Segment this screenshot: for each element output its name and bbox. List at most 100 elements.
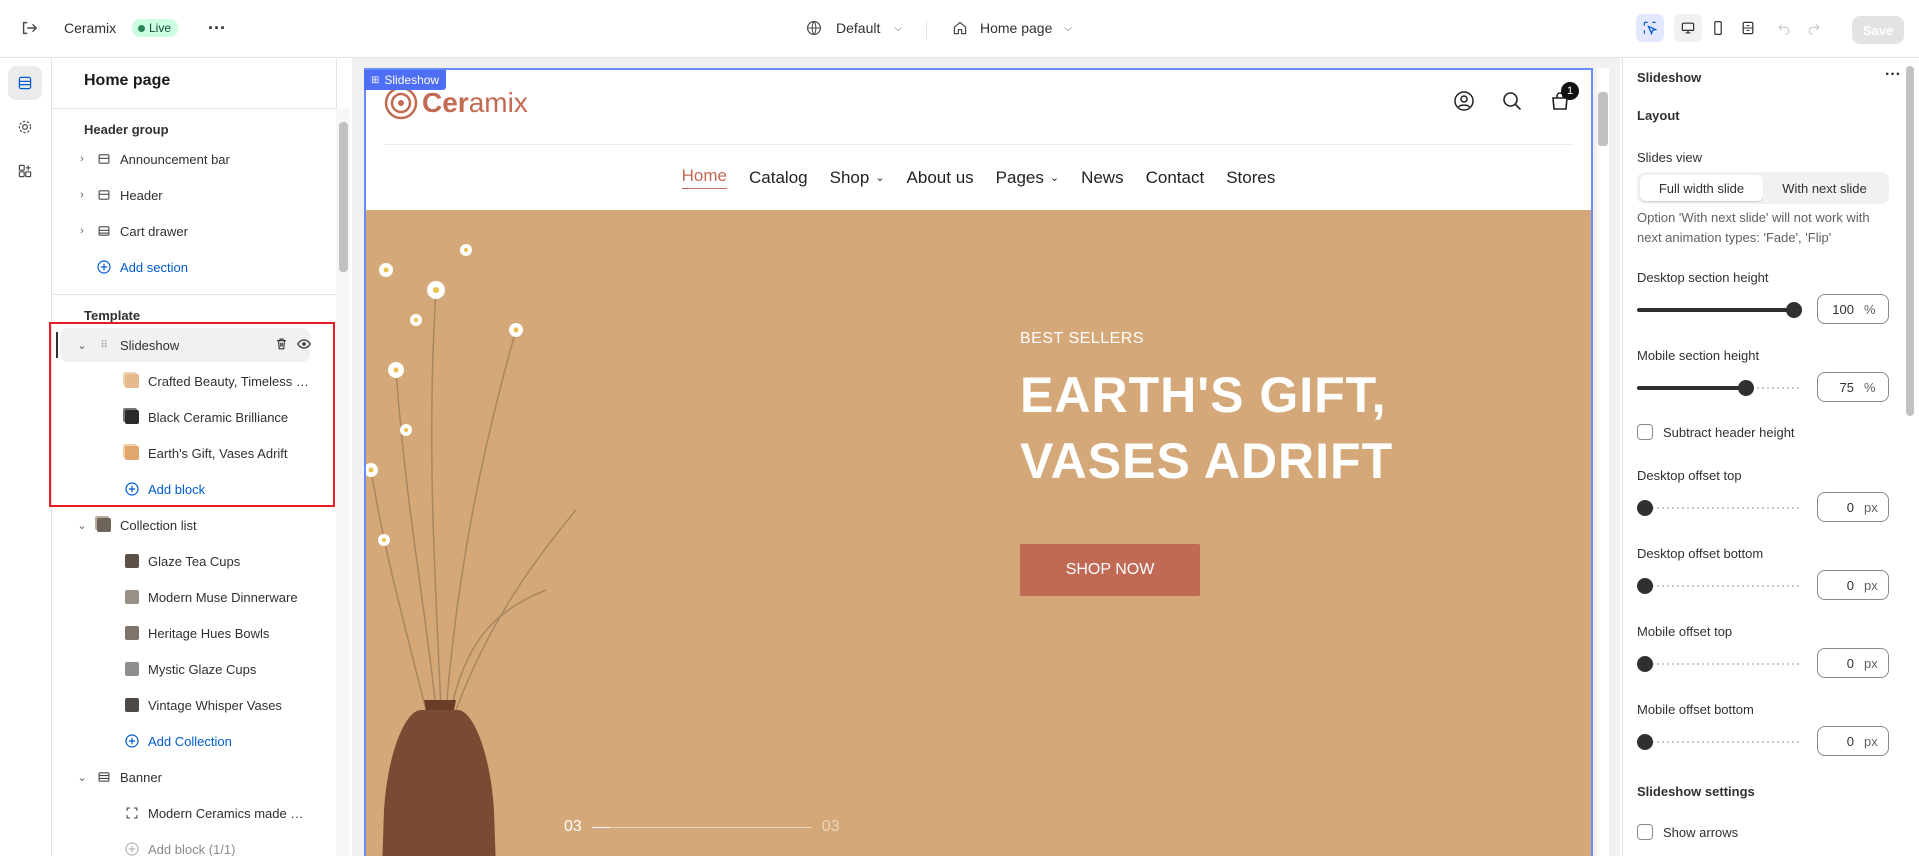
input-value: 75 [1839,379,1854,395]
cart-count-badge: 1 [1561,82,1579,100]
undo-icon[interactable] [1770,14,1798,42]
nav-label: Home [681,166,728,185]
mobile-icon[interactable] [1704,14,1732,42]
slider-knob[interactable] [1637,500,1653,516]
nav-item-pages[interactable]: Pages ⌄ [996,166,1059,189]
desktop-offset-bottom-slider[interactable] [1637,578,1802,594]
chevron-right-icon[interactable]: › [76,153,88,165]
section-tag[interactable]: ⊞ Slideshow [364,70,447,90]
apps-icon[interactable] [8,154,42,188]
mobile-offset-bottom-input[interactable]: 0 px [1817,726,1889,756]
section-item-header[interactable]: › Header [60,178,310,212]
block-label: Modern Muse Dinnerware [148,589,298,605]
slider-knob[interactable] [1737,380,1754,396]
store-preview[interactable]: Ceramix 1 Home Catalog Shop ⌄ About us Pa… [364,68,1593,856]
desktop-offset-bottom-input[interactable]: 0 px [1817,570,1889,600]
section-item-banner[interactable]: ⌄ Banner [60,760,310,794]
status-text: Live [149,21,172,35]
checkbox[interactable] [1637,424,1653,440]
theme-selector[interactable]: Default ⌵ [806,20,902,36]
chevron-right-icon[interactable]: › [76,189,88,201]
desktop-section-height-input[interactable]: 100% [1817,294,1889,324]
vase-flowers-image [366,244,577,856]
slides-view-note: Option 'With next slide' will not work w… [1637,210,1870,245]
block-item[interactable]: Vintage Whisper Vases [60,688,310,722]
nav-item-news[interactable]: News [1081,166,1124,189]
cart-icon[interactable]: 1 [1549,82,1579,115]
nav-item-contact[interactable]: Contact [1146,166,1205,189]
checkbox[interactable] [1637,824,1653,840]
page-selector[interactable]: Home page ⌵ [952,20,1072,36]
block-item[interactable]: Heritage Hues Bowls [60,616,310,650]
nav-item-shop[interactable]: Shop ⌄ [830,166,885,189]
more-icon[interactable]: ··· [208,18,226,39]
nav-item-about-us[interactable]: About us [907,166,974,189]
hero-content: BEST SELLERS EARTH'S GIFT, VASES ADRIFT … [1020,330,1393,596]
block-item[interactable]: Mystic Glaze Cups [60,652,310,686]
input-value: 0 [1846,733,1854,749]
add-block-button[interactable]: Add block (1/1) [60,832,310,856]
add-collection-button[interactable]: Add Collection [60,724,310,758]
exit-icon[interactable] [20,19,38,37]
store-logo[interactable]: Ceramix [384,86,528,120]
input-unit: px [1864,655,1878,671]
globe-icon [807,21,821,35]
image-thumb-icon [124,661,140,677]
block-item[interactable]: Glaze Tea Cups [60,544,310,578]
chevron-right-icon[interactable]: › [76,225,88,237]
preview-scrollbar[interactable] [1597,68,1609,856]
gear-icon[interactable] [8,110,42,144]
block-label: Glaze Tea Cups [148,553,241,569]
section-item-collection-list[interactable]: ⌄ Collection list [60,508,310,542]
hero-title: EARTH'S GIFT, VASES ADRIFT [1020,362,1393,494]
add-section-button[interactable]: Add section [60,250,310,284]
nav-item-stores[interactable]: Stores [1226,166,1275,189]
nav-item-home[interactable]: Home [681,166,728,189]
search-icon[interactable] [1501,90,1523,115]
option-with-next-slide[interactable]: With next slide [1763,175,1886,201]
checkbox-label: Show arrows [1663,824,1739,840]
more-icon[interactable]: ··· [1885,66,1901,84]
show-arrows-checkbox[interactable]: Show arrows [1637,824,1738,840]
sidebar-scroll-thumb[interactable] [339,122,348,272]
hero-title-line: VASES ADRIFT [1020,433,1394,489]
section-item-announcement-bar[interactable]: › Announcement bar [60,142,310,176]
save-button[interactable]: Save [1852,16,1904,44]
input-value: 0 [1846,655,1854,671]
desktop-icon[interactable] [1674,14,1702,42]
mobile-offset-top-slider[interactable] [1637,656,1802,672]
nav-item-catalog[interactable]: Catalog [749,166,808,189]
sections-icon[interactable] [8,66,42,100]
preview-scroll-thumb[interactable] [1598,92,1608,146]
shop-now-button[interactable]: SHOP NOW [1020,544,1200,596]
mobile-offset-top-input[interactable]: 0 px [1817,648,1889,678]
settings-scroll-thumb[interactable] [1906,66,1914,416]
chevron-down-icon[interactable]: ⌄ [76,771,88,784]
redo-icon[interactable] [1800,14,1828,42]
slider-knob[interactable] [1786,302,1802,318]
slider-knob[interactable] [1637,656,1653,672]
block-label: Mystic Glaze Cups [148,661,257,677]
slider-knob[interactable] [1637,578,1653,594]
store-header: Ceramix 1 Home Catalog Shop ⌄ About us Pa… [366,70,1591,210]
section-icon [96,769,112,785]
option-full-width-slide[interactable]: Full width slide [1640,175,1763,201]
mobile-section-height-slider[interactable] [1637,380,1802,396]
block-item[interactable]: Modern Ceramics made up ... [60,796,310,830]
section-item-cart-drawer[interactable]: › Cart drawer [60,214,310,248]
inspector-icon[interactable] [1636,14,1664,42]
mobile-section-height-input[interactable]: 75% [1817,372,1889,402]
desktop-offset-bottom-label: Desktop offset bottom [1637,546,1764,561]
fullscreen-icon[interactable] [1734,14,1762,42]
chevron-down-icon[interactable]: ⌄ [76,519,88,532]
mobile-offset-bottom-slider[interactable] [1637,734,1802,750]
subtract-header-checkbox[interactable]: Subtract header height [1637,424,1795,440]
add-block-label: Add block (1/1) [148,841,236,856]
slider-knob[interactable] [1637,734,1653,750]
desktop-offset-top-slider[interactable] [1637,500,1802,516]
desktop-offset-top-input[interactable]: 0 px [1817,492,1889,522]
desktop-section-height-slider[interactable] [1637,302,1802,318]
block-item[interactable]: Modern Muse Dinnerware [60,580,310,614]
account-icon[interactable] [1453,90,1475,115]
section-grid-icon: ⊞ [371,74,380,86]
